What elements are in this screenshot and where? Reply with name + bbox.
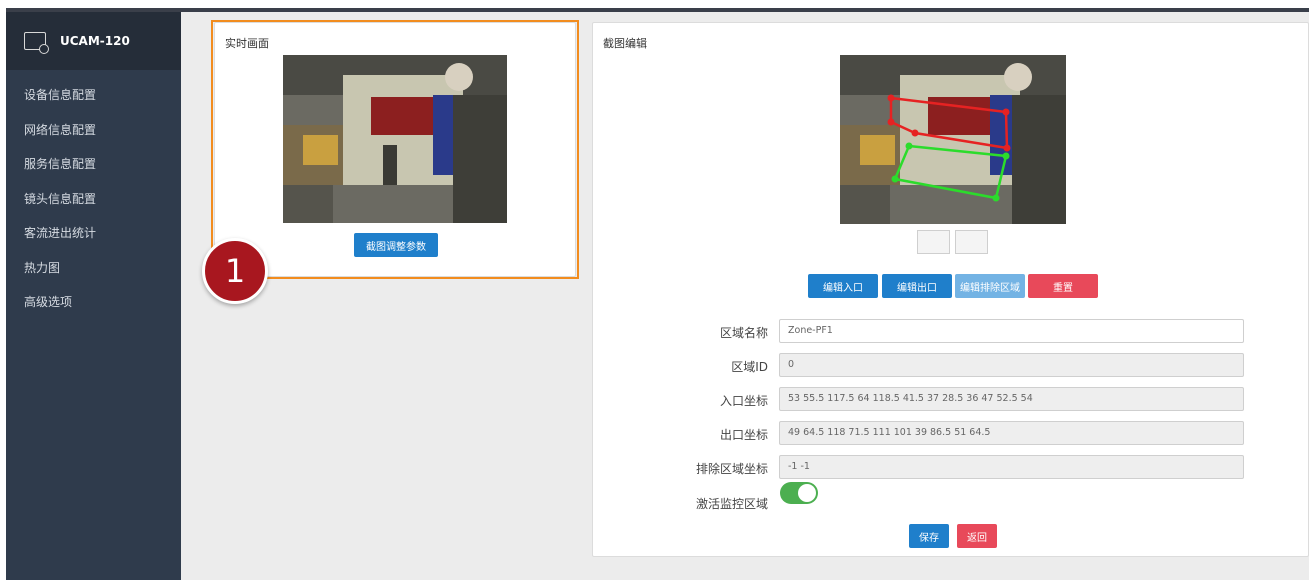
brand-title: UCAM-120 [60, 34, 130, 48]
sidebar-item-advanced[interactable]: 高级选项 [6, 285, 181, 320]
entry-zone-vertex [1003, 144, 1011, 152]
sidebar: UCAM-120 设备信息配置 网络信息配置 服务信息配置 镜头信息配置 客流进… [6, 12, 181, 580]
sidebar-item-lens-info[interactable]: 镜头信息配置 [6, 182, 181, 217]
live-view-title: 实时画面 [225, 37, 269, 50]
entry-zone-vertex [1002, 108, 1010, 116]
edit-exit-button[interactable]: 编辑出口 [882, 274, 952, 298]
zone-id-field: 0 [779, 353, 1244, 377]
top-bar [6, 8, 1309, 12]
step-number-badge: 1 [202, 238, 268, 304]
entry-zone-vertex [887, 94, 895, 102]
adjust-params-button[interactable]: 截图调整参数 [354, 233, 438, 257]
sidebar-item-device-info[interactable]: 设备信息配置 [6, 78, 181, 113]
activate-zone-toggle[interactable] [780, 482, 818, 504]
live-camera-image [283, 55, 507, 223]
snapshot-editor-canvas[interactable] [840, 55, 1066, 224]
live-view-panel: 实时画面 截图调整参数 [214, 22, 576, 277]
save-button[interactable]: 保存 [909, 524, 949, 548]
exit-zone-vertex [1002, 152, 1010, 160]
zone-name-input[interactable]: Zone-PF1 [779, 319, 1244, 343]
zone-name-label: 区域名称 [719, 326, 768, 340]
entry-coords-field: 53 55.5 117.5 64 118.5 41.5 37 28.5 36 4… [779, 387, 1244, 411]
sidebar-item-network-info[interactable]: 网络信息配置 [6, 113, 181, 148]
snapshot-edit-panel: 截图编辑 编辑入口 编辑出口 编辑排除区域 重置 区域名称 Zone-PF1 区… [592, 22, 1309, 557]
edit-entry-button[interactable]: 编辑入口 [808, 274, 878, 298]
exit-zone-vertex [891, 175, 899, 183]
preview-square-2[interactable] [955, 230, 988, 254]
reset-button[interactable]: 重置 [1028, 274, 1098, 298]
preview-square-1[interactable] [917, 230, 950, 254]
app-root: UCAM-120 设备信息配置 网络信息配置 服务信息配置 镜头信息配置 客流进… [6, 8, 1309, 580]
edit-panel-title: 截图编辑 [603, 37, 647, 50]
zone-id-label: 区域ID [731, 360, 768, 374]
entry-zone-vertex [911, 129, 919, 137]
sidebar-item-traffic-stats[interactable]: 客流进出统计 [6, 216, 181, 251]
exit-coords-field: 49 64.5 118 71.5 111 101 39 86.5 51 64.5 [779, 421, 1244, 445]
exclude-coords-label: 排除区域坐标 [695, 462, 768, 476]
monitor-settings-icon [24, 32, 49, 54]
brand-header: UCAM-120 [6, 12, 181, 70]
entry-coords-label: 入口坐标 [719, 394, 768, 408]
sidebar-item-service-info[interactable]: 服务信息配置 [6, 147, 181, 182]
edit-exclude-button[interactable]: 编辑排除区域 [955, 274, 1025, 298]
toggle-knob [798, 484, 816, 502]
entry-zone-vertex [887, 118, 895, 126]
exclude-coords-field: -1 -1 [779, 455, 1244, 479]
exit-coords-label: 出口坐标 [719, 428, 768, 442]
exit-zone-vertex [905, 142, 913, 150]
back-button[interactable]: 返回 [957, 524, 997, 548]
sidebar-item-heatmap[interactable]: 热力图 [6, 251, 181, 286]
exit-zone-vertex [992, 194, 1000, 202]
activate-zone-label: 激活监控区域 [695, 497, 768, 511]
